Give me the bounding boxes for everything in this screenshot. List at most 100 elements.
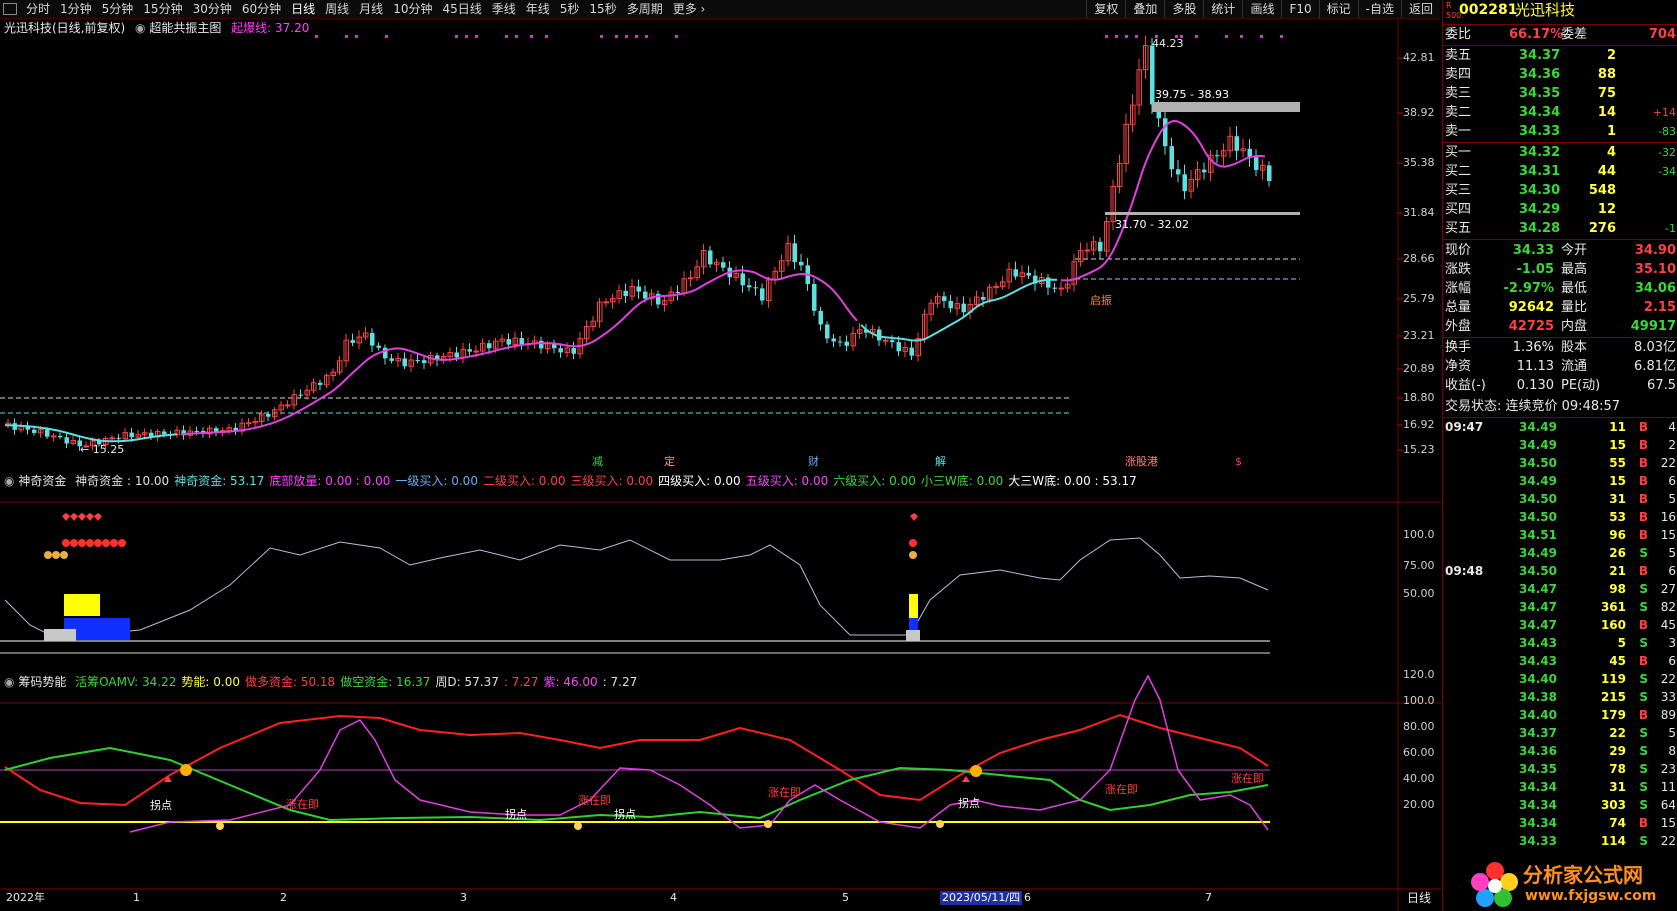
tool-button-7[interactable]: -自选 bbox=[1357, 0, 1401, 18]
indicator-toggle-icon[interactable]: ◉ bbox=[135, 21, 145, 35]
signal-dot-7 bbox=[505, 35, 508, 38]
bid-vol: 4 bbox=[1606, 145, 1616, 160]
tick-price: 34.40 bbox=[1519, 708, 1557, 722]
stat-label: 涨跌 bbox=[1445, 262, 1472, 277]
candle-body-19 bbox=[129, 432, 134, 438]
flower-logo-icon bbox=[1471, 862, 1518, 907]
candle-body-150 bbox=[981, 297, 986, 300]
signal-dot-20 bbox=[1135, 35, 1138, 38]
candle-body-135 bbox=[883, 339, 889, 342]
signal-label-3: 涨在即 bbox=[578, 794, 611, 807]
tick-vol: 31 bbox=[1609, 780, 1626, 794]
period-tab-9[interactable]: 10分钟 bbox=[388, 0, 437, 18]
signal-dot-1 bbox=[345, 35, 348, 38]
period-tab-1[interactable]: 1分钟 bbox=[55, 0, 97, 18]
tick-side: S bbox=[1639, 690, 1648, 704]
tool-button-0[interactable]: 复权 bbox=[1086, 0, 1125, 18]
money-bag-icon-2 bbox=[60, 551, 68, 559]
ind1-toggle-icon[interactable]: ◉ bbox=[4, 474, 14, 488]
ind2-name[interactable]: 筹码势能 bbox=[18, 675, 66, 689]
tick-price: 34.38 bbox=[1519, 690, 1557, 704]
candle-body-127 bbox=[831, 338, 836, 342]
tick-price: 34.34 bbox=[1519, 780, 1557, 794]
tick-side: B bbox=[1638, 816, 1648, 830]
ind2-y-label-3: 60.00 bbox=[1403, 746, 1435, 759]
candle-body-72 bbox=[473, 350, 479, 353]
tick-price: 34.34 bbox=[1519, 816, 1557, 830]
signal-dot-9 bbox=[530, 35, 533, 38]
long-fund-line bbox=[4, 713, 1269, 807]
stat2-label: 净资 bbox=[1445, 359, 1472, 374]
candle-body-136 bbox=[890, 340, 895, 343]
period-tab-5[interactable]: 60分钟 bbox=[237, 0, 286, 18]
weibi-label: 委比 bbox=[1445, 27, 1472, 42]
signal-dot-19 bbox=[1125, 35, 1128, 38]
period-tab-8[interactable]: 月线 bbox=[354, 0, 388, 18]
tool-button-5[interactable]: F10 bbox=[1281, 0, 1318, 18]
ind2-toggle-icon[interactable]: ◉ bbox=[4, 675, 14, 689]
period-tab-13[interactable]: 5秒 bbox=[555, 0, 585, 18]
x-label-7: 7 bbox=[1205, 891, 1212, 904]
tick-side: B bbox=[1638, 654, 1648, 668]
tick-side: B bbox=[1638, 618, 1648, 632]
tool-button-3[interactable]: 统计 bbox=[1203, 0, 1242, 18]
candle-body-16 bbox=[109, 437, 115, 440]
period-tab-6[interactable]: 日线 bbox=[286, 0, 320, 18]
candle-body-115 bbox=[753, 287, 758, 289]
period-tab-7[interactable]: 周线 bbox=[320, 0, 354, 18]
tick-row-3: 34.49 15 B 6 bbox=[1443, 472, 1677, 490]
period-tab-11[interactable]: 季线 bbox=[487, 0, 521, 18]
main-y-label-8: 18.80 bbox=[1403, 391, 1435, 404]
tick-vol: 31 bbox=[1609, 492, 1626, 506]
period-label[interactable]: 日线 bbox=[1407, 891, 1431, 905]
tick-count: 3 bbox=[1668, 636, 1676, 650]
period-tab-12[interactable]: 年线 bbox=[521, 0, 555, 18]
candle-body-77 bbox=[506, 339, 511, 345]
signal-label-8: 涨在即 bbox=[1231, 772, 1264, 785]
stat2-value: 11.13 bbox=[1516, 359, 1554, 374]
period-tab-15[interactable]: 多周期 bbox=[622, 0, 668, 18]
tick-vol: 26 bbox=[1609, 546, 1626, 560]
tick-price: 34.49 bbox=[1519, 546, 1557, 560]
tick-price: 34.49 bbox=[1519, 474, 1557, 488]
tool-button-1[interactable]: 叠加 bbox=[1125, 0, 1164, 18]
event-marker-3: 解 bbox=[935, 455, 946, 468]
indicator-name[interactable]: 超能共振主图 bbox=[149, 21, 221, 35]
bid-vol: 12 bbox=[1597, 202, 1616, 217]
signal-dot-26 bbox=[1240, 35, 1243, 38]
tick-price: 34.47 bbox=[1519, 582, 1557, 596]
tool-button-8[interactable]: 返回 bbox=[1400, 0, 1440, 18]
period-tab-4[interactable]: 30分钟 bbox=[188, 0, 237, 18]
main-y-label-7: 20.89 bbox=[1403, 362, 1435, 375]
period-tab-14[interactable]: 15秒 bbox=[584, 0, 621, 18]
signal-dot-6 bbox=[475, 35, 478, 38]
tool-button-4[interactable]: 画线 bbox=[1242, 0, 1281, 18]
ind1-name[interactable]: 神奇资金 bbox=[18, 474, 66, 488]
tick-row-0: 09:47 34.49 11 B 4 bbox=[1443, 418, 1677, 436]
stat-label-2: 最低 bbox=[1561, 281, 1588, 296]
stat-label-2: 量比 bbox=[1561, 300, 1588, 315]
kline-chart[interactable] bbox=[0, 19, 1442, 911]
tick-vol: 29 bbox=[1609, 744, 1626, 758]
tick-count: 11 bbox=[1660, 780, 1676, 794]
ask-label: 卖五 bbox=[1445, 48, 1472, 63]
period-tab-10[interactable]: 45日线 bbox=[437, 0, 486, 18]
tick-row-15: 34.38 215 S 33 bbox=[1443, 688, 1677, 706]
period-tab-2[interactable]: 5分钟 bbox=[97, 0, 139, 18]
ask-price: 34.37 bbox=[1519, 48, 1561, 63]
cursor-date: 2023/05/11/四 bbox=[940, 891, 1023, 905]
tool-button-6[interactable]: 标记 bbox=[1318, 0, 1358, 18]
period-tab-16[interactable]: 更多 › bbox=[668, 0, 711, 18]
period-tab-3[interactable]: 15分钟 bbox=[138, 0, 187, 18]
tool-button-2[interactable]: 多股 bbox=[1164, 0, 1203, 18]
candle-body-128 bbox=[838, 341, 843, 343]
menu-icon[interactable] bbox=[3, 3, 17, 15]
stat-value: -2.97% bbox=[1503, 281, 1555, 296]
period-tab-0[interactable]: 分时 bbox=[21, 0, 55, 18]
ask-row-4: 卖一 34.33 1 -83 bbox=[1443, 122, 1677, 141]
bid-vol: 44 bbox=[1597, 164, 1616, 179]
event-marker-5: $ bbox=[1235, 455, 1242, 468]
tick-count: 82 bbox=[1660, 600, 1676, 614]
trade-status: 交易状态: 连续竞价 09:48:57 bbox=[1443, 397, 1677, 416]
candle-body-6 bbox=[45, 429, 50, 437]
